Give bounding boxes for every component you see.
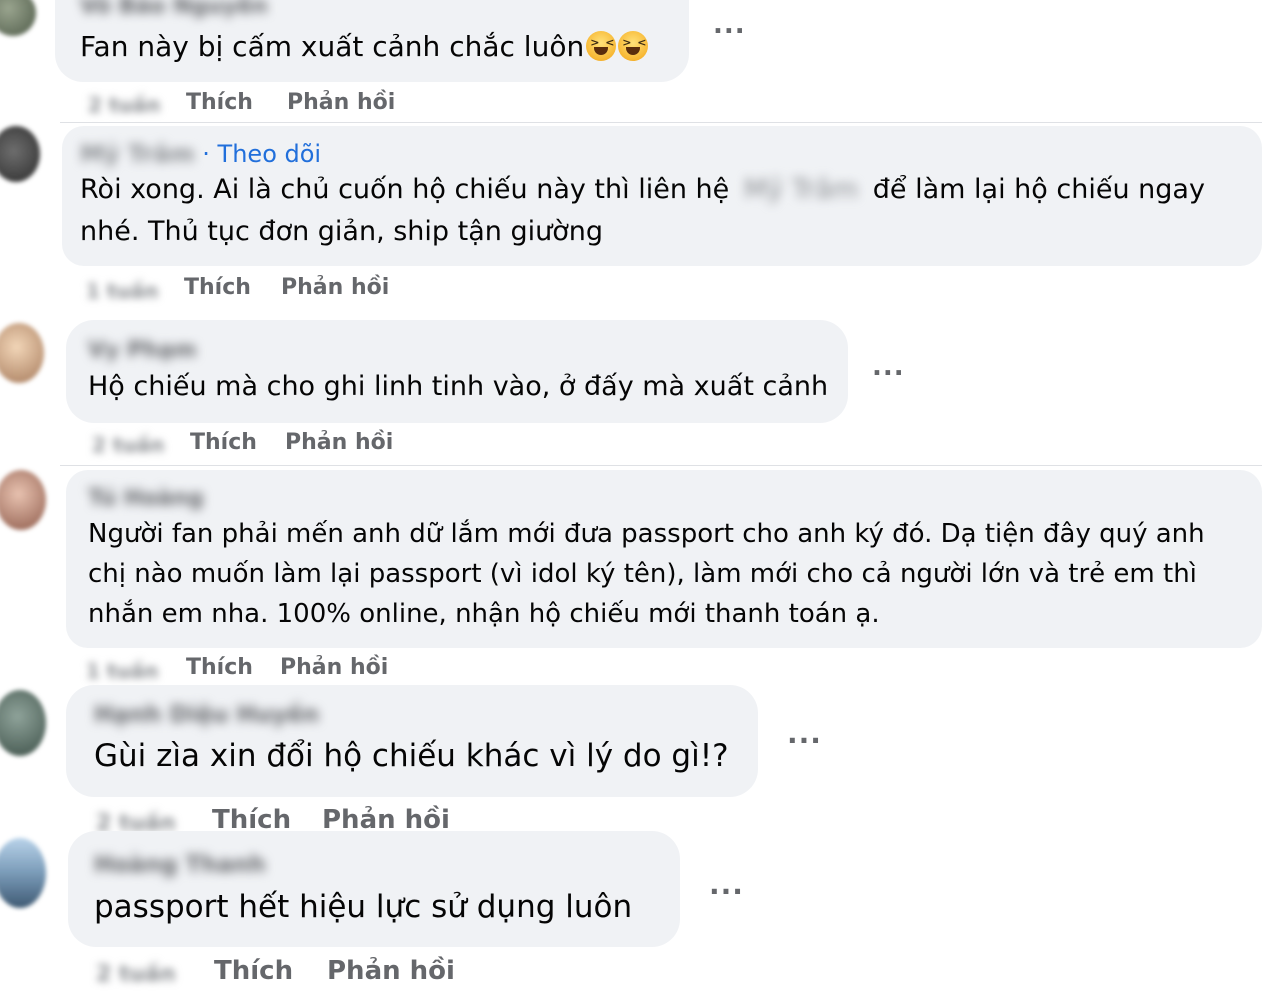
grinning-squinting-face-icon — [618, 31, 649, 61]
avatar[interactable] — [0, 838, 46, 908]
divider — [60, 122, 1262, 123]
comment-text: Gùi zìa xin đổi hộ chiếu khác vì lý do g… — [94, 738, 729, 774]
like-button[interactable]: Thích — [190, 430, 257, 455]
comment-text: Ròi xong. Ai là chủ cuốn hộ chiếu này th… — [80, 174, 1205, 205]
avatar[interactable] — [0, 470, 46, 530]
comment-text: nhé. Thủ tục đơn giản, ship tận giường — [80, 216, 603, 247]
comment-timestamp[interactable]: 1 tuần — [86, 659, 158, 683]
comment-author[interactable]: Hoàng Thanh — [94, 852, 266, 878]
comment-text: Người fan phải mến anh dữ lắm mới đưa pa… — [88, 519, 1205, 549]
comment-text: chị nào muốn làm lại passport (vì idol k… — [88, 559, 1197, 589]
like-button[interactable]: Thích — [214, 956, 293, 986]
avatar[interactable] — [0, 0, 36, 36]
comment-author[interactable]: Vy Phạm — [88, 338, 197, 363]
comment-author[interactable]: Hạnh Diệu Huyền — [94, 702, 319, 728]
reply-button[interactable]: Phản hồi — [285, 430, 393, 455]
more-options-button[interactable]: ... — [709, 868, 744, 901]
comment-timestamp[interactable]: 2 tuần — [96, 962, 176, 987]
comment-text: Fan này bị cấm xuất cảnh chắc luôn — [80, 30, 649, 63]
reply-button[interactable]: Phản hồi — [327, 956, 455, 986]
mention-link[interactable]: Mỹ Trâm — [744, 174, 858, 205]
avatar[interactable] — [0, 323, 44, 383]
like-button[interactable]: Thích — [184, 275, 251, 300]
more-options-button[interactable]: ... — [872, 352, 905, 382]
more-options-button[interactable]: ... — [713, 10, 746, 40]
reply-button[interactable]: Phản hồi — [280, 655, 388, 680]
like-button[interactable]: Thích — [186, 90, 253, 115]
grinning-squinting-face-icon — [586, 31, 617, 61]
follow-link[interactable]: · Theo dõi — [202, 140, 321, 168]
comment-text: Hộ chiếu mà cho ghi linh tinh vào, ở đấy… — [88, 371, 829, 402]
reply-button[interactable]: Phản hồi — [281, 275, 389, 300]
like-button[interactable]: Thích — [186, 655, 253, 680]
comment-timestamp[interactable]: 2 tuần — [88, 93, 160, 117]
comment-author[interactable]: Tú Hoàng — [88, 486, 204, 511]
comment-timestamp[interactable]: 2 tuần — [92, 433, 164, 457]
comment-timestamp[interactable]: 1 tuần — [86, 279, 158, 303]
more-options-button[interactable]: ... — [787, 717, 822, 750]
avatar[interactable] — [0, 690, 46, 756]
comment-author[interactable]: Mỹ Trâm — [80, 140, 195, 168]
comment-text: passport hết hiệu lực sử dụng luôn — [94, 889, 633, 925]
reply-button[interactable]: Phản hồi — [287, 90, 395, 115]
comment-text: nhắn em nha. 100% online, nhận hộ chiếu … — [88, 599, 880, 629]
avatar[interactable] — [0, 126, 40, 182]
comment-author[interactable]: Võ Bảo Nguyễn — [80, 0, 268, 19]
comment-header: Mỹ Trâm · Theo dõi — [80, 140, 321, 168]
divider — [60, 465, 1262, 466]
